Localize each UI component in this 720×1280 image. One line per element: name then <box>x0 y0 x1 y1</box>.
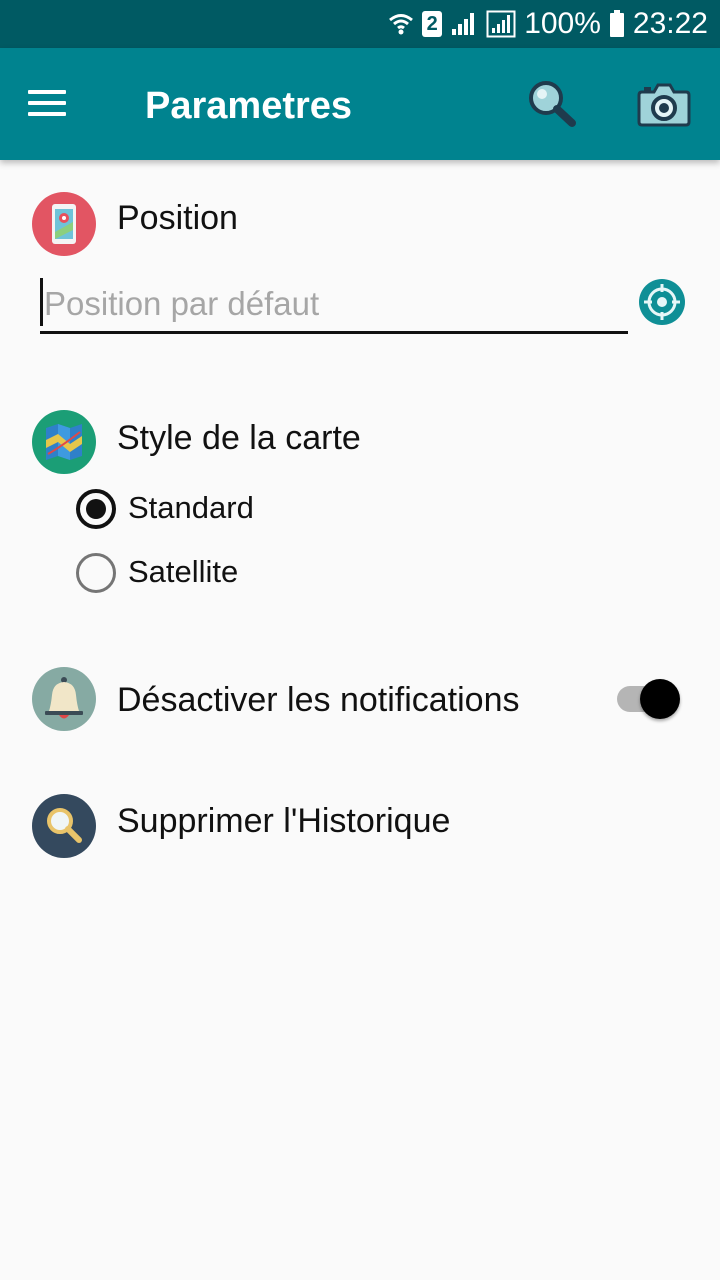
phone-map-pin-icon <box>32 192 96 256</box>
battery-icon <box>609 10 625 38</box>
radio-standard[interactable] <box>76 489 116 529</box>
position-field[interactable] <box>40 276 628 334</box>
clock: 23:22 <box>632 7 708 40</box>
signal-icon <box>486 10 516 38</box>
clear-history-button[interactable]: Supprimer l'Historique <box>117 801 450 841</box>
section-title-position: Position <box>117 199 238 237</box>
radio-standard-label[interactable]: Standard <box>128 489 254 527</box>
crosshair-icon[interactable] <box>639 279 685 325</box>
status-bar-icons: 2 100% 23:22 <box>388 0 708 48</box>
map-icon <box>32 410 96 474</box>
app-toolbar: Parametres <box>0 48 720 160</box>
camera-icon[interactable] <box>636 78 692 130</box>
radio-satellite-label[interactable]: Satellite <box>128 553 238 591</box>
bell-icon <box>32 667 96 731</box>
radio-satellite[interactable] <box>76 553 116 593</box>
section-title-map-style: Style de la carte <box>117 419 361 457</box>
page-title: Parametres <box>145 85 353 127</box>
status-bar: 2 100% 23:22 <box>0 0 720 48</box>
default-position-input[interactable] <box>44 280 624 328</box>
text-cursor <box>40 278 43 326</box>
sim-2-icon: 2 <box>422 11 443 37</box>
signal-icon <box>450 11 478 37</box>
battery-percent: 100% <box>524 7 601 40</box>
menu-icon[interactable] <box>28 84 68 124</box>
wifi-icon <box>388 11 414 37</box>
notifications-toggle[interactable] <box>615 678 683 720</box>
magnifier-icon <box>32 794 96 858</box>
toggle-thumb[interactable] <box>640 679 680 719</box>
search-icon[interactable] <box>524 78 580 130</box>
disable-notifications-label: Désactiver les notifications <box>117 681 520 719</box>
